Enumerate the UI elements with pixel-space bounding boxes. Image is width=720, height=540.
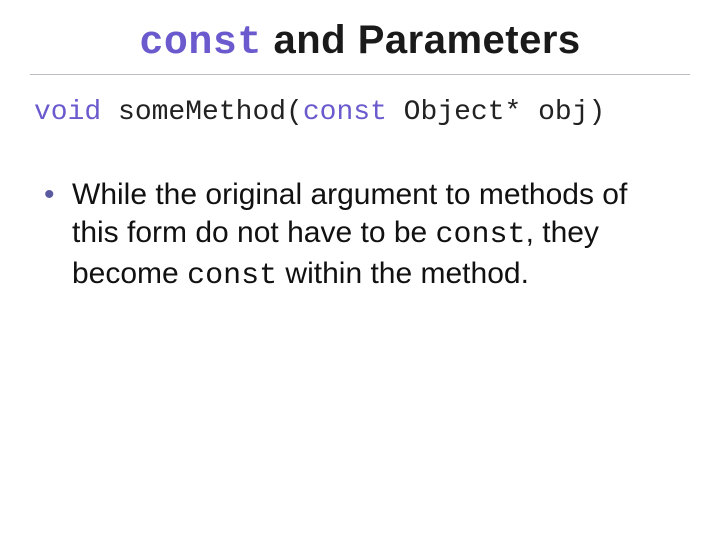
bullet-const-2: const <box>187 259 277 293</box>
bullet-text-3: within the method. <box>277 257 529 290</box>
bullet-list: While the original argument to methods o… <box>44 176 660 295</box>
code-const-keyword: const <box>303 97 387 128</box>
code-fn-open: someMethod( <box>101 97 303 128</box>
title-keyword: const <box>139 21 262 66</box>
title-divider <box>30 74 690 75</box>
bullet-item: While the original argument to methods o… <box>44 176 660 295</box>
code-void-keyword: void <box>34 97 101 128</box>
code-rest: Object* obj) <box>387 97 605 128</box>
slide-title: const and Parameters <box>0 0 720 74</box>
code-signature: void someMethod(const Object* obj) <box>34 97 720 128</box>
title-rest: and Parameters <box>262 18 581 62</box>
slide: const and Parameters void someMethod(con… <box>0 0 720 540</box>
bullet-const-1: const <box>436 218 526 252</box>
